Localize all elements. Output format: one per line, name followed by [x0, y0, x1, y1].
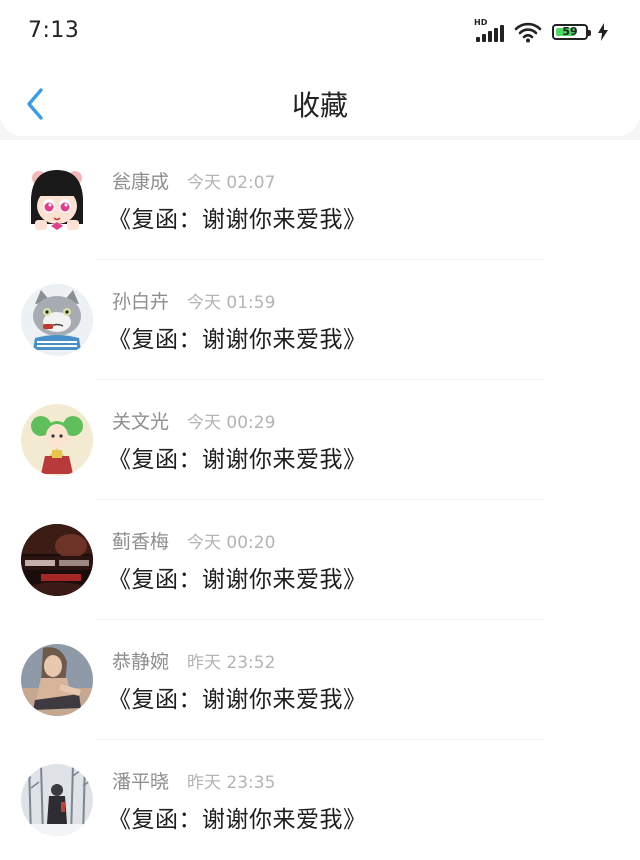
sender-name: 蓟香梅	[112, 530, 170, 553]
favorite-title[interactable]: 《复函：谢谢你来爱我》	[108, 680, 367, 714]
timestamp: 今天 01:59	[187, 292, 276, 313]
avatar[interactable]	[21, 644, 93, 716]
sender-name: 恭静婉	[112, 650, 170, 673]
timestamp: 今天 00:29	[187, 412, 276, 433]
avatar[interactable]	[21, 524, 93, 596]
timestamp: 昨天 23:35	[187, 772, 276, 793]
status-icons: HD 59	[474, 18, 608, 44]
favorite-item[interactable]: 蓟香梅 今天 00:20 《复函：谢谢你来爱我》	[0, 500, 640, 620]
favorites-list: 瓮康成 今天 02:07 《复函：谢谢你来爱我》 孙白卉 今天 01:59 《复…	[0, 140, 640, 860]
sender-name: 孙白卉	[112, 290, 170, 313]
favorite-item[interactable]: 潘平晓 昨天 23:35 《复函：谢谢你来爱我》	[0, 740, 640, 860]
timestamp: 今天 00:20	[187, 532, 276, 553]
favorite-item[interactable]: 恭静婉 昨天 23:52 《复函：谢谢你来爱我》	[0, 620, 640, 740]
nav-bar: 收藏	[0, 64, 640, 136]
timestamp: 今天 02:07	[187, 172, 276, 193]
favorite-title[interactable]: 《复函：谢谢你来爱我》	[108, 560, 367, 594]
avatar[interactable]	[21, 404, 93, 476]
charging-icon	[598, 23, 608, 41]
item-meta: 恭静婉 昨天 23:52	[112, 646, 275, 674]
avatar[interactable]	[21, 764, 93, 836]
timestamp: 昨天 23:52	[187, 652, 276, 673]
favorite-title[interactable]: 《复函：谢谢你来爱我》	[108, 320, 367, 354]
avatar[interactable]	[21, 284, 93, 356]
favorite-title[interactable]: 《复函：谢谢你来爱我》	[108, 440, 367, 474]
top-bar: 7:13 HD 59 收藏	[0, 0, 640, 136]
item-meta: 关文光 今天 00:29	[112, 406, 275, 434]
avatar[interactable]	[21, 164, 93, 236]
favorite-title[interactable]: 《复函：谢谢你来爱我》	[108, 200, 367, 234]
status-bar: 7:13 HD 59	[0, 0, 640, 64]
favorite-item[interactable]: 关文光 今天 00:29 《复函：谢谢你来爱我》	[0, 380, 640, 500]
item-meta: 瓮康成 今天 02:07	[112, 166, 275, 194]
favorite-item[interactable]: 瓮康成 今天 02:07 《复函：谢谢你来爱我》	[0, 140, 640, 260]
battery-level: 59	[562, 25, 578, 38]
wifi-icon	[514, 22, 542, 43]
favorite-title[interactable]: 《复函：谢谢你来爱我》	[108, 800, 367, 834]
signal-icon: HD	[474, 18, 504, 44]
item-meta: 蓟香梅 今天 00:20	[112, 526, 275, 554]
sender-name: 关文光	[112, 410, 170, 433]
item-meta: 孙白卉 今天 01:59	[112, 286, 275, 314]
item-meta: 潘平晓 昨天 23:35	[112, 766, 275, 794]
status-time: 7:13	[28, 18, 80, 43]
sender-name: 瓮康成	[112, 170, 170, 193]
sender-name: 潘平晓	[112, 770, 170, 793]
battery-icon: 59	[552, 24, 591, 40]
favorite-item[interactable]: 孙白卉 今天 01:59 《复函：谢谢你来爱我》	[0, 260, 640, 380]
page-title: 收藏	[291, 89, 348, 122]
